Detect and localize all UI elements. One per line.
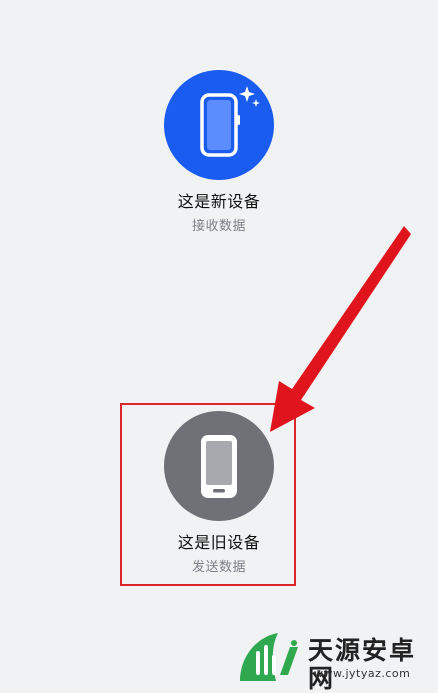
red-arrow-annotation — [270, 226, 411, 432]
watermark-url: www.jytyaz.com — [314, 667, 411, 680]
watermark: 天源安卓网 www.jytyaz.com — [236, 625, 436, 693]
watermark-logo-icon — [240, 633, 298, 681]
